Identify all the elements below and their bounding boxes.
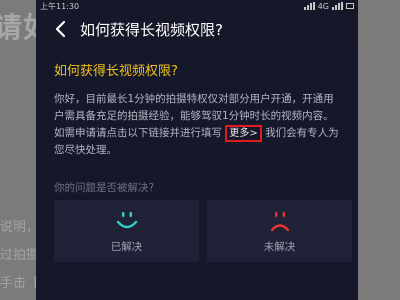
resolved-label: 已解决 (110, 240, 143, 253)
smiley-face-icon (116, 211, 137, 228)
bottom-bar (36, 288, 358, 300)
feedback-question: 你的问题是否被解决? (54, 182, 155, 194)
signal-icon (332, 2, 343, 10)
more-link[interactable]: 更多> (229, 128, 257, 139)
top-navigation-bar: 如何获得长视频权限? (36, 12, 358, 46)
back-arrow-icon[interactable] (50, 19, 70, 39)
answer-text: 你好，目前最长1分钟的拍摄特权仅对部分用户开通，开通用户需具备充足的拍摄经验，能… (54, 91, 344, 159)
help-article-panel: 上午11:30 4G 如何获得长视频权限? 如何获得长视频权限? 你好，目前最长… (36, 0, 358, 300)
sad-face-icon (270, 211, 289, 231)
background-text-line: 手击【 (0, 276, 40, 291)
background-text-line: 过拍摄 (0, 248, 40, 263)
resolved-button[interactable]: 已解决 (54, 200, 199, 262)
unresolved-button[interactable]: 未解决 (207, 200, 352, 262)
feedback-options: 已解决 未解决 (54, 200, 352, 262)
screenshot-stage: 请如 说明， 过拍摄 手击【 上午11:30 4G 如何获得长视频权限? (0, 0, 400, 300)
signal-icon (303, 2, 315, 10)
network-type: 4G (317, 1, 329, 11)
status-bar: 上午11:30 4G (36, 0, 358, 12)
status-icons: 4G (303, 1, 354, 11)
article-body: 如何获得长视频权限? 你好，目前最长1分钟的拍摄特权仅对部分用户开通，开通用户需… (36, 46, 358, 159)
question-title: 如何获得长视频权限? (54, 64, 178, 79)
background-text-line: 说明， (0, 220, 40, 235)
status-time: 上午11:30 (40, 1, 80, 11)
page-title: 如何获得长视频权限? (80, 20, 223, 39)
unresolved-label: 未解决 (263, 240, 296, 253)
battery-icon (346, 3, 354, 9)
more-link-highlight: 更多> (225, 125, 262, 142)
